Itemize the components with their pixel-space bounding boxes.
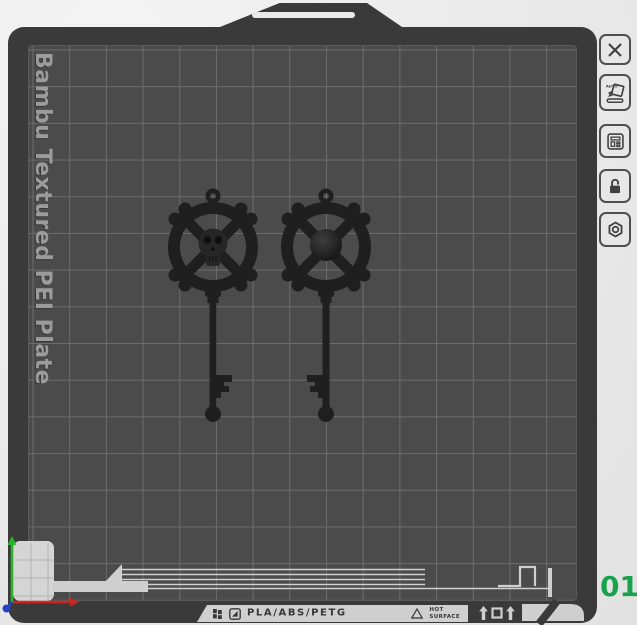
viewport: Bambu Textured PEI Plate PLA/ABS/PETG HO… <box>0 0 637 625</box>
plate-settings-button[interactable] <box>599 212 631 247</box>
spool-up-icon <box>479 606 488 620</box>
build-plate[interactable] <box>8 27 597 623</box>
plate-handle-tab[interactable] <box>215 3 405 29</box>
spool-up-icon <box>506 606 515 620</box>
hot-surface-label: HOT SURFACE <box>429 607 460 620</box>
delete-plate-button[interactable] <box>599 34 631 65</box>
auto-orient-button[interactable]: AUTO <box>599 74 631 111</box>
flip-plate-icon <box>229 607 241 620</box>
plate-grid-surface[interactable] <box>28 45 577 601</box>
bambu-logo-icon <box>213 608 222 619</box>
padlock-open-icon <box>610 178 620 193</box>
lock-plate-button[interactable] <box>599 169 631 203</box>
arrange-plate-button[interactable] <box>599 124 631 158</box>
auto-orient-icon: AUTO <box>606 83 625 103</box>
plate-footer-icons <box>479 606 515 620</box>
materials-label: PLA/ABS/PETG <box>247 607 347 619</box>
plate-number-badge: 01 <box>600 570 637 603</box>
hex-nut-icon <box>608 221 622 238</box>
arrange-icon <box>606 132 624 150</box>
plate-name-label: Bambu Textured PEI Plate <box>30 52 55 386</box>
warning-triangle-icon <box>411 608 424 619</box>
box-icon <box>491 607 503 619</box>
plate-handle-slot <box>252 12 355 18</box>
close-x-icon <box>608 43 622 57</box>
plate-footer-strip: PLA/ABS/PETG HOT SURFACE <box>197 605 468 622</box>
